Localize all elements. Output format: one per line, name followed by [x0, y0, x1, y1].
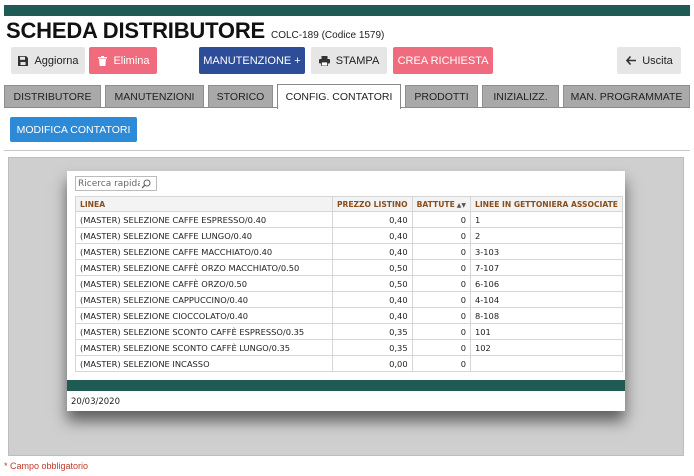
cell-battute: 0	[411, 275, 472, 292]
cell-linee-gettoniera: 6-106	[470, 275, 623, 292]
cell-battute: 0	[411, 211, 472, 228]
save-icon	[17, 55, 29, 67]
header-bar	[4, 5, 690, 16]
cell-linee-gettoniera: 8-108	[470, 307, 623, 324]
cell-prezzo-listino: 0,40	[331, 307, 413, 324]
cell-battute: 0	[411, 259, 472, 276]
table-row[interactable]: (MASTER) SELEZIONE CAFFE ESPRESSO/0.40 0,…	[75, 211, 623, 228]
tab-storico[interactable]: STORICO	[208, 85, 273, 107]
col-header-linea[interactable]: LINEA	[75, 196, 333, 212]
print-icon	[319, 55, 331, 67]
cell-prezzo-listino: 0,40	[331, 227, 413, 244]
col-header-linee-gettoniera[interactable]: LINEE IN GETTONIERA ASSOCIATE	[470, 196, 623, 212]
cell-battute: 0	[411, 291, 472, 308]
col-header-prezzo-listino[interactable]: PREZZO LISTINO	[331, 196, 413, 212]
search-icon[interactable]	[140, 178, 152, 190]
col-header-battute[interactable]: BATTUTE ▲▼	[411, 196, 472, 212]
search-box	[75, 176, 157, 191]
page-title: SCHEDA DISTRIBUTORE	[6, 18, 265, 43]
cell-linee-gettoniera: 4-104	[470, 291, 623, 308]
table-row[interactable]: (MASTER) SELEZIONE CAPPUCCINO/0.40 0,40 0 4…	[75, 291, 623, 308]
cell-linea: (MASTER) SELEZIONE SCONTO CAFFÈ LUNGO/0.…	[75, 339, 333, 356]
manutenzione-button[interactable]: MANUTENZIONE +	[199, 47, 305, 74]
cell-battute: 0	[411, 355, 472, 372]
table-row[interactable]: (MASTER) SELEZIONE CAFFE LUNGO/0.40 0,40 0…	[75, 227, 623, 244]
cell-prezzo-listino: 0,35	[331, 323, 413, 340]
cell-linee-gettoniera: 7-107	[470, 259, 623, 276]
table-row[interactable]: (MASTER) SELEZIONE CAFFÈ ORZO/0.50 0,50 0 6…	[75, 275, 623, 292]
elimina-button[interactable]: Elimina	[89, 47, 157, 74]
cell-linea: (MASTER) SELEZIONE CAFFE LUNGO/0.40	[75, 227, 333, 244]
table-row[interactable]: (MASTER) SELEZIONE CAFFE MACCHIATO/0.40 0…	[75, 243, 623, 260]
contatori-card: LINEA PREZZO LISTINO BATTUTE▲▼ LINEE IN …	[67, 171, 625, 411]
tab-distributore[interactable]: DISTRIBUTORE	[4, 85, 101, 107]
table-header-row: LINEA PREZZO LISTINO BATTUTE ▲▼ LINEE IN …	[75, 196, 623, 212]
cell-linee-gettoniera: 102	[470, 339, 623, 356]
col-header-battute-label: BATTUTE	[416, 199, 455, 209]
cell-battute: 0	[411, 323, 472, 340]
cell-prezzo-listino: 0,40	[331, 211, 413, 228]
cell-linea: (MASTER) SELEZIONE SCONTO CAFFÈ ESPRESSO…	[75, 323, 333, 340]
arrow-left-icon	[625, 55, 637, 67]
cell-prezzo-listino: 0,00	[331, 355, 413, 372]
card-footer-date: 20/03/2020	[71, 397, 120, 407]
table-row[interactable]: (MASTER) SELEZIONE CIOCCOLATO/0.40 0,40 0 8…	[75, 307, 623, 324]
tab-prodotti[interactable]: PRODOTTI	[405, 85, 478, 107]
modifica-contatori-button[interactable]: MODIFICA CONTATORI	[10, 117, 137, 142]
cell-linee-gettoniera: 2	[470, 227, 623, 244]
tab-config-contatori[interactable]: CONFIG. CONTATORI	[277, 84, 401, 109]
table-row[interactable]: (MASTER) SELEZIONE SCONTO CAFFÈ LUNGO/0.…	[75, 339, 623, 356]
cell-prezzo-listino: 0,40	[331, 243, 413, 260]
table-row[interactable]: (MASTER) SELEZIONE SCONTO CAFFÈ ESPRESSO…	[75, 323, 623, 340]
crea-richiesta-button[interactable]: CREA RICHIESTA	[393, 47, 493, 74]
cell-linea: (MASTER) SELEZIONE CIOCCOLATO/0.40	[75, 307, 333, 324]
search-input[interactable]	[76, 177, 140, 190]
tab-manutenzioni[interactable]: MANUTENZIONI	[105, 85, 204, 107]
crea-richiesta-label: CREA RICHIESTA	[397, 54, 489, 67]
cell-linee-gettoniera: 101	[470, 323, 623, 340]
cell-linea: (MASTER) SELEZIONE CAFFE ESPRESSO/0.40	[75, 211, 333, 228]
card-footer-bar	[67, 380, 625, 391]
tab-bar: DISTRIBUTORE MANUTENZIONI STORICO CONFIG…	[4, 84, 690, 109]
cell-linee-gettoniera: 1	[470, 211, 623, 228]
table-row[interactable]: (MASTER) SELEZIONE CAFFÈ ORZO MACCHIATO/…	[75, 259, 623, 276]
cell-linee-gettoniera	[470, 355, 623, 372]
trash-icon	[96, 55, 108, 67]
stampa-button[interactable]: STAMPA	[311, 47, 387, 74]
cell-battute: 0	[411, 227, 472, 244]
required-field-note: * Campo obbligatorio	[4, 461, 89, 471]
tab-man-programmate[interactable]: MAN. PROGRAMMATE	[563, 85, 690, 107]
cell-battute: 0	[411, 307, 472, 324]
page-subtitle: COLC-189 (Codice 1579)	[271, 30, 385, 41]
uscita-button[interactable]: Uscita	[617, 47, 681, 74]
cell-prezzo-listino: 0,50	[331, 259, 413, 276]
table-row[interactable]: (MASTER) SELEZIONE INCASSO 0,00 0	[75, 355, 623, 372]
cell-linea: (MASTER) SELEZIONE CAFFÈ ORZO/0.50	[75, 275, 333, 292]
elimina-label: Elimina	[113, 54, 150, 67]
uscita-label: Uscita	[642, 54, 673, 67]
cell-prezzo-listino: 0,40	[331, 291, 413, 308]
title-row: SCHEDA DISTRIBUTORE COLC-189 (Codice 157…	[6, 18, 384, 44]
cell-linea: (MASTER) SELEZIONE CAFFE MACCHIATO/0.40	[75, 243, 333, 260]
aggiorna-button[interactable]: Aggiorna	[11, 47, 85, 74]
cell-linea: (MASTER) SELEZIONE INCASSO	[75, 355, 333, 372]
cell-linea: (MASTER) SELEZIONE CAFFÈ ORZO MACCHIATO/…	[75, 259, 333, 276]
cell-battute: 0	[411, 339, 472, 356]
aggiorna-label: Aggiorna	[34, 54, 79, 67]
cell-battute: 0	[411, 243, 472, 260]
cell-prezzo-listino: 0,50	[331, 275, 413, 292]
tab-inizializz[interactable]: INIZIALIZZ.	[482, 85, 559, 107]
cell-linea: (MASTER) SELEZIONE CAPPUCCINO/0.40	[75, 291, 333, 308]
contatori-table: LINEA PREZZO LISTINO BATTUTE ▲▼ LINEE IN …	[75, 196, 623, 372]
manutenzione-label: MANUTENZIONE +	[203, 54, 301, 67]
sort-icon: ▲▼	[456, 201, 466, 209]
cell-prezzo-listino: 0,35	[331, 339, 413, 356]
divider	[4, 150, 690, 151]
cell-linee-gettoniera: 3-103	[470, 243, 623, 260]
stampa-label: STAMPA	[335, 54, 380, 67]
